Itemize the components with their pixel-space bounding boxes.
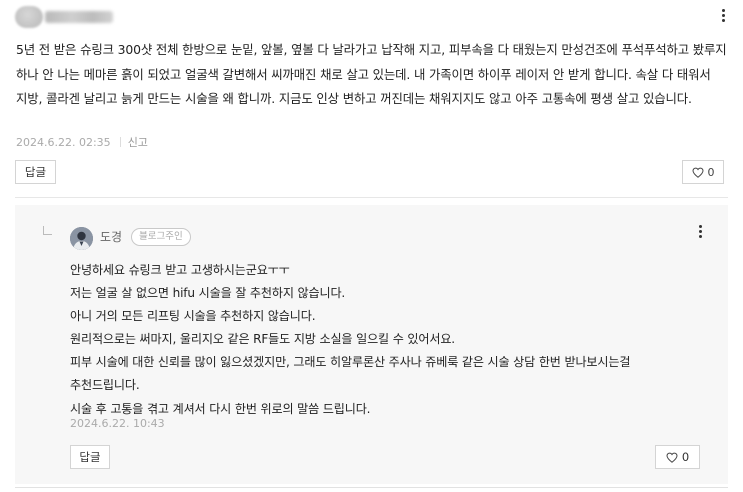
reply-line: 원리적으로는 써마지, 울리지오 같은 RF들도 지방 소실을 일으킬 수 있어… [70, 332, 455, 347]
blog-owner-badge: 블로그주인 [131, 228, 191, 246]
reply-text: 안녕하세요 슈링크 받고 고생하시는군요ㅜㅜ 저는 얼굴 살 없으면 hifu … [70, 259, 710, 421]
reply-line: 안녕하세요 슈링크 받고 고생하시는군요ㅜㅜ [70, 263, 290, 277]
owner-name[interactable]: 도경 [100, 228, 122, 245]
comment: 5년 전 받은 슈링크 300샷 전체 한방으로 눈밑, 앞볼, 옆볼 다 날라… [0, 0, 743, 198]
meta-divider [119, 137, 121, 147]
owner-reply: 도경 블로그주인 안녕하세요 슈링크 받고 고생하시는군요ㅜㅜ 저는 얼굴 살 … [15, 205, 728, 484]
commenter-avatar-blurred[interactable] [15, 6, 43, 28]
report-link[interactable]: 신고 [128, 136, 148, 149]
reply-corner-icon [43, 226, 52, 235]
more-options-icon[interactable] [718, 9, 728, 23]
comment-meta: 2024.6.22. 02:35 신고 [16, 134, 148, 150]
reply-line: 시술 후 고통을 겪고 계셔서 다시 한번 위로의 말씀 드립니다. [70, 401, 371, 416]
reply-date: 2024.6.22. 10:43 [70, 417, 165, 430]
comment-text: 5년 전 받은 슈링크 300샷 전체 한방으로 눈밑, 앞볼, 옆볼 다 날라… [16, 42, 727, 106]
like-button[interactable]: 0 [682, 160, 724, 184]
commenter-name-blurred[interactable] [45, 11, 113, 23]
like-count: 0 [707, 165, 715, 179]
reply-line: 추천드립니다. [70, 378, 140, 393]
more-options-icon[interactable] [695, 225, 705, 239]
reply-button[interactable]: 답글 [15, 160, 56, 184]
heart-outline-icon [691, 167, 704, 178]
avatar-photo [70, 227, 93, 250]
reply-divider [15, 487, 728, 488]
reply-line: 아니 거의 모든 리프팅 시술을 추천하지 않습니다. [70, 309, 316, 324]
comment-date: 2024.6.22. 02:35 [16, 136, 111, 149]
reply-button[interactable]: 답글 [70, 445, 110, 469]
like-button[interactable]: 0 [655, 445, 700, 469]
owner-avatar[interactable] [70, 227, 93, 250]
reply-line: 저는 얼굴 살 없으면 hifu 시술을 잘 추천하지 않습니다. [70, 286, 346, 301]
heart-outline-icon [666, 452, 678, 463]
like-count: 0 [681, 450, 690, 464]
reply-line: 피부 시술에 대한 신뢰를 많이 잃으셨겠지만, 그래도 히알루론산 주사나 쥬… [70, 355, 631, 370]
comment-divider [15, 197, 728, 198]
